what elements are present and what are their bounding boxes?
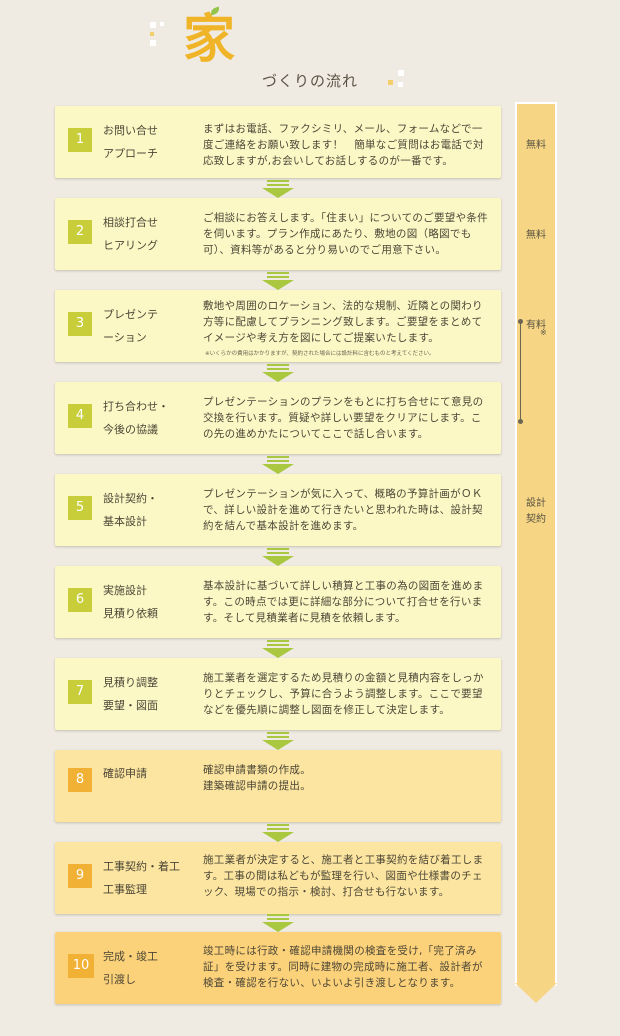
step-name: お問い合せ	[103, 124, 158, 137]
fee-bracket-dot	[518, 319, 523, 324]
decor-square	[150, 22, 156, 28]
page-title: づくりの流れ	[262, 72, 359, 90]
step-number: 8	[68, 768, 92, 792]
step-name: 確認申請	[103, 767, 147, 780]
flow-arrow	[262, 640, 294, 660]
step-name: 引渡し	[103, 973, 136, 986]
step-name: 打ち合わせ・	[103, 400, 169, 413]
step-name: 工事契約・着工	[103, 860, 180, 873]
step-name: 要望・図面	[103, 699, 158, 712]
decor-square	[150, 32, 154, 36]
step-name: 相談打合せ	[103, 216, 158, 229]
step-description: 施工業者を選定するため見積りの金額と見積内容をしっかりとチェックし、予算に合うよ…	[203, 672, 484, 716]
flow-arrow	[262, 824, 294, 844]
step-name: 見積り依頼	[103, 607, 158, 620]
step-card-9: 9 工事契約・着工 工事監理 施工業者が決定すると、施工者と工事契約を結び着工し…	[55, 842, 501, 914]
flow-arrow	[262, 272, 294, 292]
decor-square	[388, 80, 393, 85]
fee-label-free: 無料	[526, 230, 546, 241]
step-name: 設計契約・	[103, 492, 158, 505]
step-number: 7	[68, 680, 92, 704]
fee-label-free: 無料	[526, 140, 546, 151]
step-description: ご相談にお答えします。「住まい」についてのご要望や条件を伺います。プラン作成にあ…	[203, 212, 488, 256]
step-name: 工事監理	[103, 883, 147, 896]
fee-label-contract: 設計	[526, 498, 546, 509]
flow-arrow	[262, 180, 294, 200]
step-card-10: 10 完成・竣工 引渡し 竣工時には行政・確認申請機関の検査を受け,「完了済み証…	[55, 932, 501, 1004]
step-description: 基本設計に基づいて詳しい積算と工事の為の図面を進めます。この時点では更に詳細な部…	[203, 580, 484, 624]
step-number: 9	[68, 864, 92, 888]
step-description: 敷地や周囲のロケーション、法的な規制、近隣との関わり方等に配慮してプランニング致…	[203, 300, 483, 344]
step-name: 基本設計	[103, 515, 147, 528]
step-card-3: 3 プレゼンテ ーション 敷地や周囲のロケーション、法的な規制、近隣との関わり方…	[55, 290, 501, 362]
step-card-2: 2 相談打合せ ヒアリング ご相談にお答えします。「住まい」についてのご要望や条…	[55, 198, 501, 270]
step-name: ヒアリング	[103, 239, 158, 252]
step-card-5: 5 設計契約・ 基本設計 プレゼンテーションが気に入って、概略の予算計画がＯＫで…	[55, 474, 501, 546]
flow-arrow	[262, 548, 294, 568]
step-name: ーション	[103, 331, 147, 344]
fee-label-contract: 契約	[526, 514, 546, 525]
decor-square	[150, 40, 156, 46]
flow-arrow	[262, 456, 294, 476]
step-name: 今後の協議	[103, 423, 158, 436]
step-card-8: 8 確認申請 確認申請書類の作成。 建築確認申請の提出。	[55, 750, 501, 822]
step-description: まずはお電話、ファクシミリ、メール、フォームなどで一度ご連絡をお願い致します！ …	[203, 123, 484, 167]
flow-arrow	[262, 914, 294, 934]
fee-bracket-line	[520, 321, 521, 422]
step-description: 竣工時には行政・確認申請機関の検査を受け,「完了済み証」を受けます。同時に建物の…	[203, 945, 483, 989]
page-title-kanji: 家	[183, 9, 236, 70]
fee-note-mark: ※	[540, 328, 547, 337]
step-number: 6	[68, 588, 92, 612]
decor-square	[160, 22, 164, 26]
step-note: ※いくらかの費用はかかりますが、契約された場合には設計料に含むものと考えてくださ…	[205, 351, 435, 357]
step-number: 4	[68, 404, 92, 428]
step-number: 3	[68, 312, 92, 336]
fee-bracket-dot	[518, 419, 523, 424]
step-number: 1	[68, 128, 92, 152]
step-name: 見積り調整	[103, 676, 158, 689]
fee-column-arrow	[515, 983, 557, 1003]
decor-square	[398, 70, 404, 76]
flow-arrow	[262, 732, 294, 752]
step-description: プレゼンテーションが気に入って、概略の予算計画がＯＫで、詳しい設計を進めて行きた…	[203, 488, 483, 532]
step-card-1: 1 お問い合せ アプローチ まずはお電話、ファクシミリ、メール、フォームなどで一…	[55, 106, 501, 178]
step-name: プレゼンテ	[103, 308, 158, 321]
step-name: 完成・竣工	[103, 950, 158, 963]
step-description: プレゼンテーションのプランをもとに打ち合せにて意見の交換を行います。質疑や詳しい…	[203, 396, 484, 440]
step-name: 実施設計	[103, 584, 147, 597]
step-number: 10	[68, 954, 94, 978]
step-description: 確認申請書類の作成。 建築確認申請の提出。	[203, 764, 311, 792]
step-number: 5	[68, 496, 92, 520]
step-card-4: 4 打ち合わせ・ 今後の協議 プレゼンテーションのプランをもとに打ち合せにて意見…	[55, 382, 501, 454]
step-name: アプローチ	[103, 147, 158, 160]
step-card-6: 6 実施設計 見積り依頼 基本設計に基づいて詳しい積算と工事の為の図面を進めます…	[55, 566, 501, 638]
flow-arrow	[262, 364, 294, 384]
step-description: 施工業者が決定すると、施工者と工事契約を結び着工します。工事の間は私どもが監理を…	[203, 854, 484, 898]
page: 家 づくりの流れ 1 お問い合せ アプローチ まずはお電話、ファクシミリ、メール…	[0, 0, 620, 1036]
decor-square	[398, 82, 403, 87]
step-card-7: 7 見積り調整 要望・図面 施工業者を選定するため見積りの金額と見積内容をしっか…	[55, 658, 501, 730]
step-number: 2	[68, 220, 92, 244]
